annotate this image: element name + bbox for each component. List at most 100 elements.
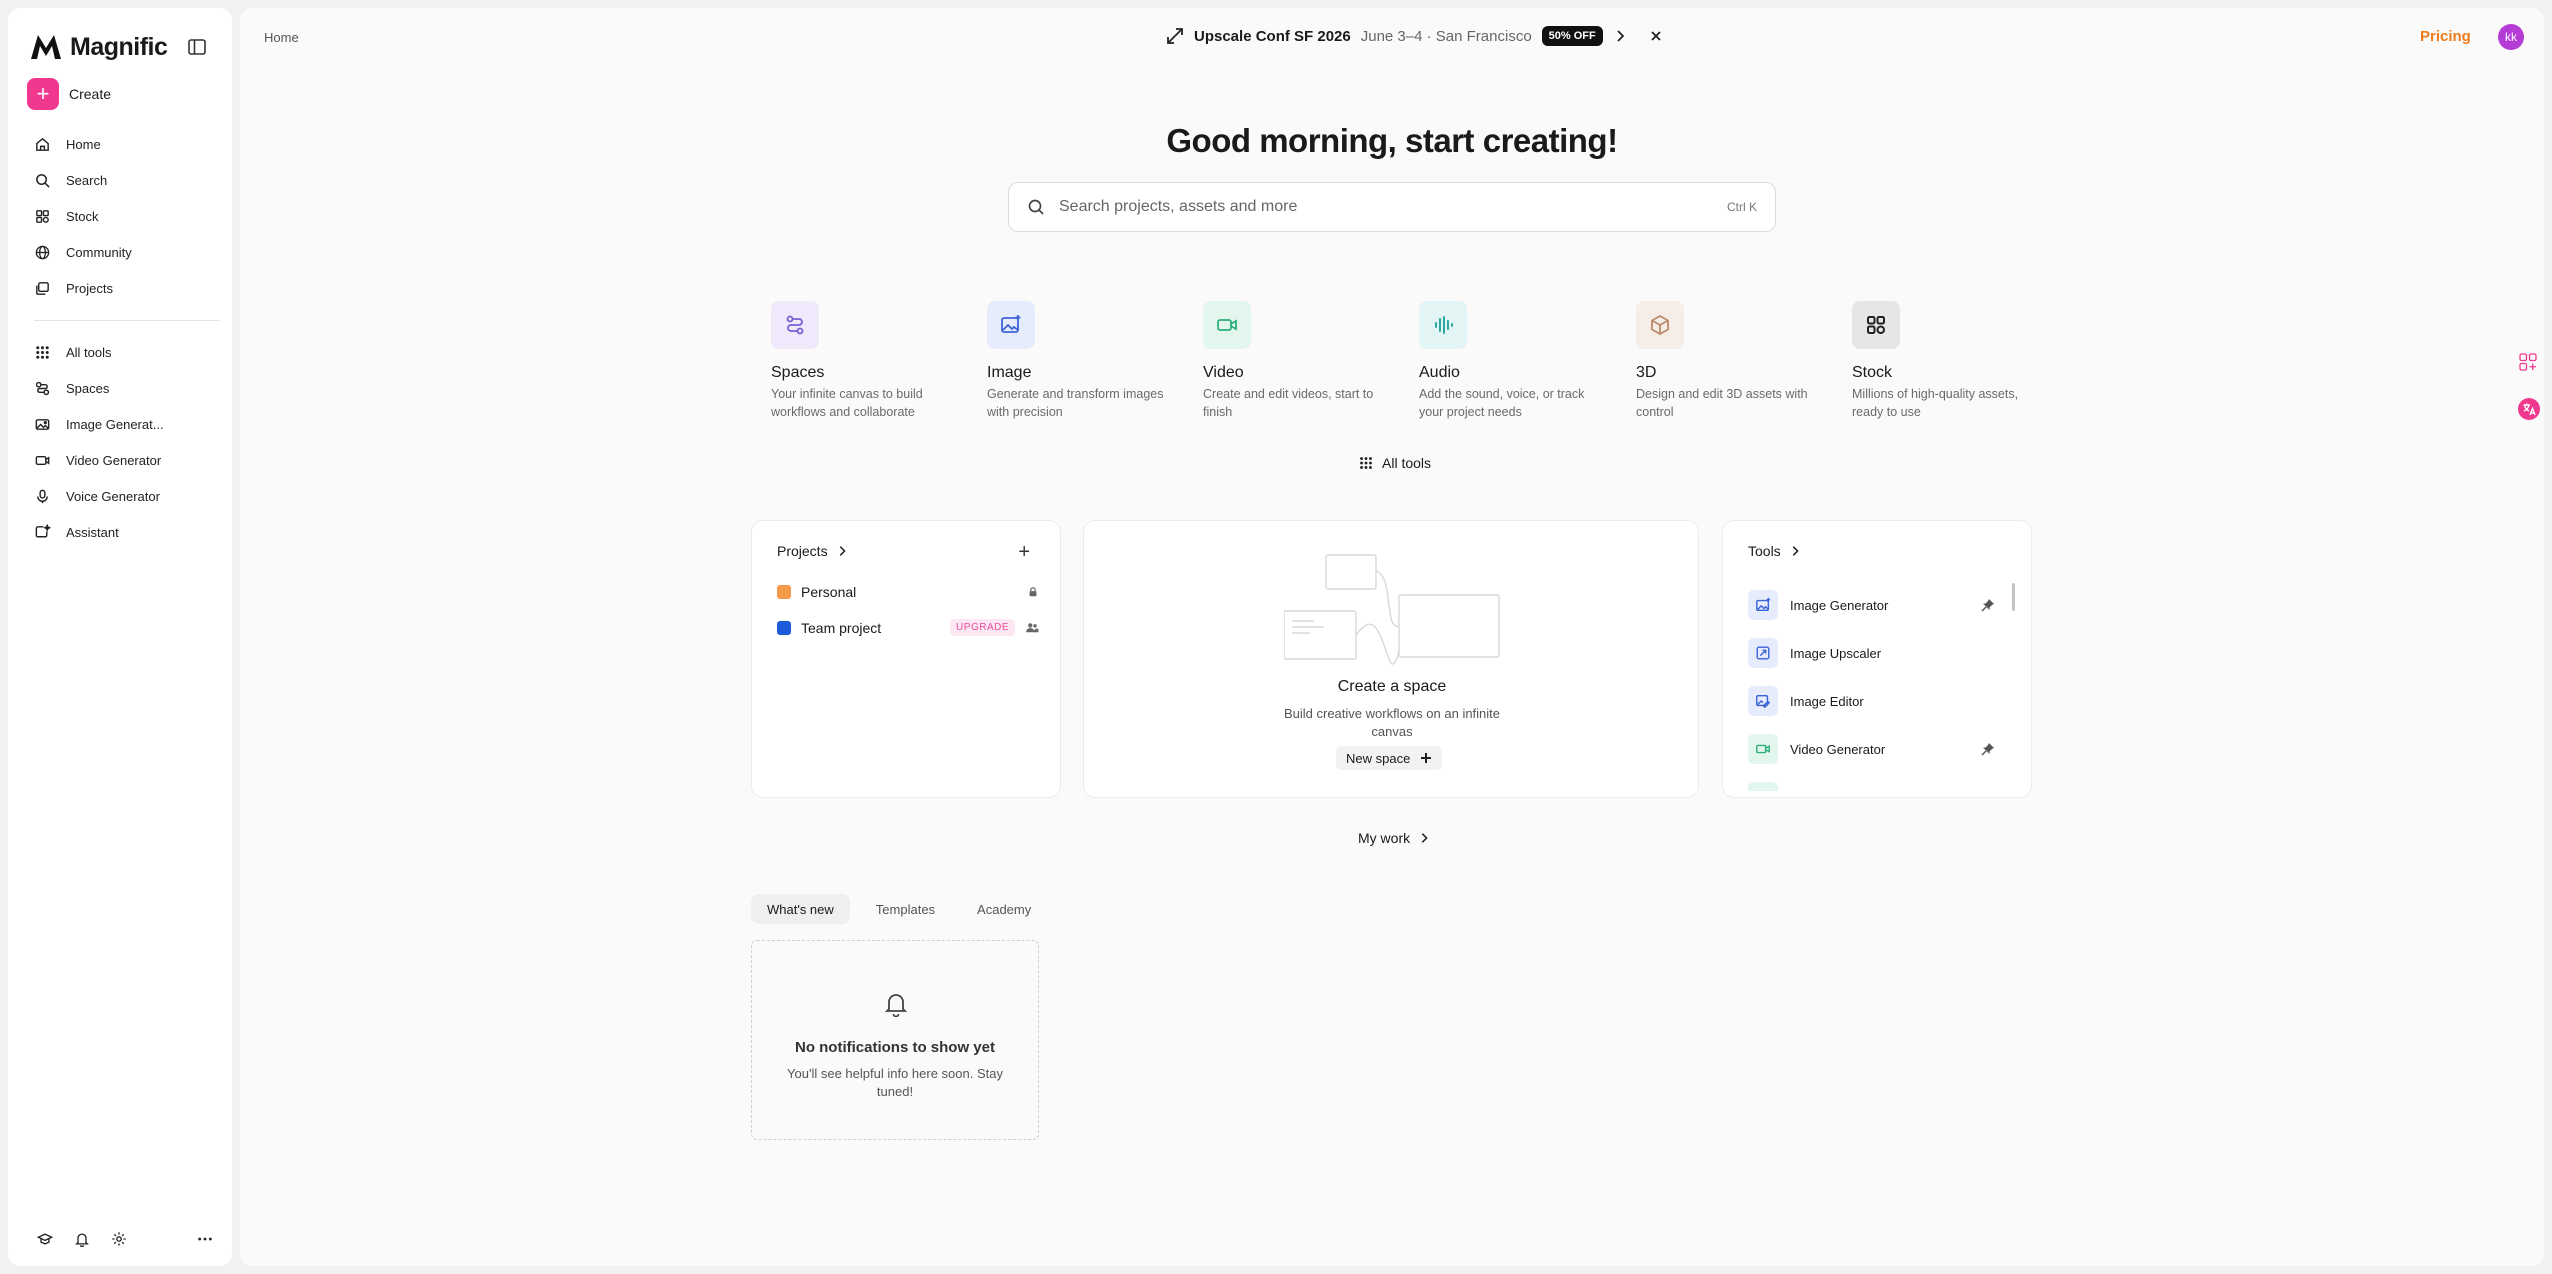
projects-card-header[interactable]: Projects bbox=[777, 543, 848, 559]
sidebar-item-projects[interactable]: Projects bbox=[34, 270, 224, 306]
tool-item-video-generator[interactable]: Video Generator bbox=[1748, 725, 2003, 773]
category-video[interactable]: Video Create and edit videos, start to f… bbox=[1203, 301, 1383, 421]
new-space-button[interactable]: New space bbox=[1336, 746, 1443, 770]
tools-scrollbar[interactable] bbox=[2012, 583, 2015, 611]
category-audio[interactable]: Audio Add the sound, voice, or track you… bbox=[1419, 301, 1599, 421]
my-work-link[interactable]: My work bbox=[1358, 830, 1430, 846]
chevron-right-icon[interactable] bbox=[1613, 29, 1627, 43]
sidebar-item-assistant[interactable]: Assistant bbox=[34, 514, 224, 550]
category-title: Spaces bbox=[771, 364, 825, 381]
video-icon bbox=[35, 455, 50, 465]
chevron-right-icon bbox=[1421, 833, 1428, 843]
tool-item-image-editor[interactable]: Image Editor bbox=[1748, 677, 2003, 725]
search-bar[interactable]: Ctrl K bbox=[1008, 182, 1776, 232]
tools-list[interactable]: Image Generator Image Upscaler Image Edi… bbox=[1748, 581, 2003, 791]
upscale-icon bbox=[1748, 638, 1778, 668]
tab-templates[interactable]: Templates bbox=[860, 894, 951, 924]
tab-whats-new[interactable]: What's new bbox=[751, 894, 850, 924]
sidebar-toggle-icon[interactable] bbox=[186, 36, 208, 58]
space-card-desc: Build creative workflows on an infinite … bbox=[1283, 706, 1501, 739]
tool-name: Image Generator bbox=[1790, 597, 1889, 613]
pin-icon[interactable] bbox=[1981, 742, 1995, 756]
sidebar-item-video-generator[interactable]: Video Generator bbox=[34, 442, 224, 478]
upgrade-badge[interactable]: UPGRADE bbox=[950, 619, 1015, 636]
create-button[interactable]: + Create bbox=[27, 78, 111, 110]
sidebar-item-image-generator[interactable]: Image Generat... bbox=[34, 406, 224, 442]
tool-name: Video Generator bbox=[1790, 741, 1886, 757]
projects-icon bbox=[36, 281, 49, 295]
tab-academy[interactable]: Academy bbox=[961, 894, 1047, 924]
gear-icon[interactable] bbox=[110, 1230, 128, 1248]
my-work-label: My work bbox=[1358, 830, 1411, 846]
cube-icon bbox=[1636, 301, 1684, 349]
home-icon bbox=[36, 137, 49, 151]
tool-item-partial[interactable] bbox=[1748, 773, 2003, 791]
banner-title: Upscale Conf SF 2026 bbox=[1194, 27, 1351, 45]
tools-card-header[interactable]: Tools bbox=[1748, 543, 1801, 559]
new-space-label: New space bbox=[1346, 750, 1411, 766]
sidebar-item-label: All tools bbox=[66, 344, 112, 360]
nav-divider bbox=[34, 320, 220, 321]
stock-icon bbox=[1852, 301, 1900, 349]
brand[interactable]: Magnific bbox=[30, 28, 168, 66]
sidebar-item-home[interactable]: Home bbox=[34, 126, 224, 162]
brand-name: Magnific bbox=[70, 32, 168, 61]
chevron-right-icon bbox=[839, 546, 846, 556]
sidebar-item-label: Assistant bbox=[66, 524, 119, 540]
tool-item-image-upscaler[interactable]: Image Upscaler bbox=[1748, 629, 2003, 677]
mic-icon bbox=[37, 489, 48, 503]
sidebar-item-search[interactable]: Search bbox=[34, 162, 224, 198]
discount-badge: 50% OFF bbox=[1541, 26, 1603, 46]
create-label: Create bbox=[69, 86, 112, 102]
sidebar-item-label: Video Generator bbox=[66, 452, 162, 468]
pricing-link[interactable]: Pricing bbox=[2420, 28, 2471, 45]
project-item-team[interactable]: Team project UPGRADE bbox=[777, 619, 1039, 636]
create-space-card: Create a space Build creative workflows … bbox=[1083, 520, 1699, 798]
category-desc: Design and edit 3D assets with control bbox=[1636, 387, 1808, 419]
project-item-personal[interactable]: Personal bbox=[777, 584, 1039, 600]
plus-icon bbox=[1421, 753, 1432, 763]
breadcrumb[interactable]: Home bbox=[264, 30, 299, 45]
add-project-button[interactable]: + bbox=[1018, 541, 1030, 564]
category-desc: Your infinite canvas to build workflows … bbox=[771, 387, 923, 419]
category-image[interactable]: Image Generate and transform images with… bbox=[987, 301, 1167, 421]
all-tools-button[interactable]: All tools bbox=[1358, 455, 1431, 471]
sidebar-item-all-tools[interactable]: All tools bbox=[34, 334, 224, 370]
empty-state-title: No notifications to show yet bbox=[794, 1039, 995, 1056]
main-content: Home Upscale Conf SF 2026 June 3–4 · San… bbox=[240, 8, 2544, 1266]
sidebar-item-spaces[interactable]: Spaces bbox=[34, 370, 224, 406]
academy-icon[interactable] bbox=[36, 1230, 54, 1248]
grid-icon bbox=[36, 345, 49, 359]
search-icon bbox=[1028, 199, 1044, 215]
search-shortcut: Ctrl K bbox=[1727, 200, 1757, 214]
category-spaces[interactable]: Spaces Your infinite canvas to build wor… bbox=[771, 301, 951, 421]
notifications-empty-state: No notifications to show yet You'll see … bbox=[751, 940, 1039, 1140]
category-3d[interactable]: 3D Design and edit 3D assets with contro… bbox=[1636, 301, 1816, 421]
bell-icon[interactable] bbox=[73, 1230, 91, 1248]
category-desc: Create and edit videos, start to finish bbox=[1203, 387, 1374, 419]
feed-tabs: What's new Templates Academy bbox=[751, 894, 1047, 924]
more-icon[interactable] bbox=[196, 1230, 214, 1248]
bell-icon bbox=[884, 994, 908, 1017]
grid-icon bbox=[1360, 457, 1372, 469]
sidebar-item-voice-generator[interactable]: Voice Generator bbox=[34, 478, 224, 514]
plus-icon: + bbox=[27, 78, 59, 110]
search-icon bbox=[36, 173, 50, 188]
close-icon[interactable] bbox=[1649, 29, 1663, 43]
pin-icon[interactable] bbox=[1981, 598, 1995, 612]
sidebar-footer bbox=[36, 1230, 216, 1248]
avatar[interactable]: kk bbox=[2498, 24, 2524, 50]
image-icon bbox=[1748, 590, 1778, 620]
apps-widget-icon[interactable] bbox=[2518, 352, 2538, 372]
tool-item-image-generator[interactable]: Image Generator bbox=[1748, 581, 2003, 629]
project-name: Personal bbox=[801, 584, 857, 600]
team-icon bbox=[1026, 622, 1039, 632]
sidebar-item-stock[interactable]: Stock bbox=[34, 198, 224, 234]
all-tools-label: All tools bbox=[1382, 455, 1432, 471]
promo-banner[interactable]: Upscale Conf SF 2026 June 3–4 · San Fran… bbox=[1166, 26, 1663, 46]
category-title: Stock bbox=[1852, 364, 1893, 381]
translate-widget-icon[interactable] bbox=[2518, 398, 2540, 420]
sidebar-item-community[interactable]: Community bbox=[34, 234, 224, 270]
category-stock[interactable]: Stock Millions of high-quality assets, r… bbox=[1852, 301, 2032, 421]
search-input[interactable] bbox=[1059, 198, 1727, 216]
